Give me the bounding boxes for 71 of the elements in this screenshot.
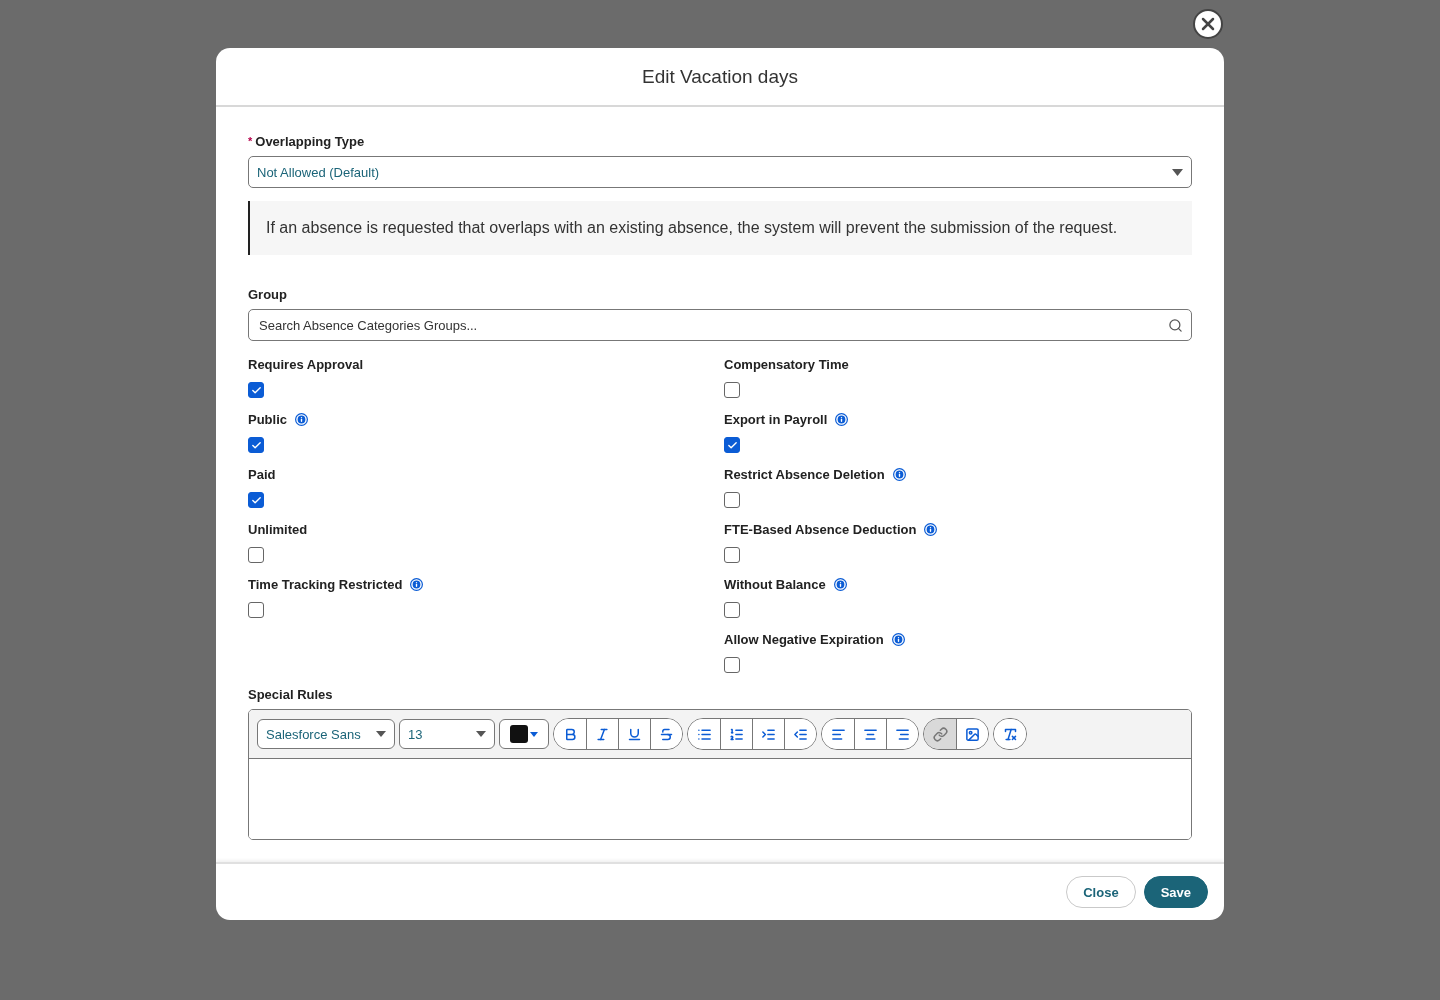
check-icon — [250, 384, 262, 396]
info-icon[interactable] — [410, 577, 424, 591]
field-label: Requires Approval — [248, 356, 364, 372]
field-label: Group — [248, 286, 287, 302]
caret-icon — [1172, 168, 1183, 176]
check-icon — [250, 494, 262, 506]
bullets-icon — [696, 726, 712, 742]
close-button[interactable]: Close — [1066, 876, 1136, 908]
clear-icon — [1002, 726, 1018, 742]
search-icon — [1168, 317, 1183, 333]
image-icon — [965, 726, 980, 742]
checkbox[interactable] — [248, 492, 264, 508]
checkbox[interactable] — [724, 382, 740, 398]
checkbox[interactable] — [724, 492, 740, 508]
image-button[interactable] — [956, 719, 988, 749]
checkbox[interactable] — [724, 602, 740, 618]
overlapping-type-select[interactable]: Not Allowed (Default) — [248, 156, 1192, 188]
strike-icon — [659, 726, 674, 742]
field-label: Unlimited — [248, 521, 308, 537]
group-search-field[interactable]: Search Absence Categories Groups... — [248, 309, 1192, 341]
align-right-button[interactable] — [886, 719, 918, 749]
info-icon[interactable] — [892, 467, 906, 481]
link-button[interactable] — [924, 719, 956, 749]
checkbox[interactable] — [248, 382, 264, 398]
checkbox[interactable] — [724, 547, 740, 563]
field-label: Special Rules — [248, 686, 333, 702]
checkbox[interactable] — [248, 547, 264, 563]
field-label: FTE-Based Absence Deduction — [724, 521, 917, 537]
caret-icon — [376, 731, 386, 737]
field-label: Paid — [248, 466, 276, 482]
link-icon — [932, 726, 948, 742]
outdent-icon — [793, 726, 808, 742]
align-center-icon — [863, 726, 878, 742]
field-label: Public — [248, 411, 287, 427]
close-icon[interactable] — [1193, 9, 1223, 39]
check-icon — [726, 439, 738, 451]
caret-icon — [530, 731, 538, 737]
modal-title: Edit Vacation days — [216, 48, 1224, 107]
info-icon[interactable] — [295, 412, 308, 426]
font-select[interactable]: Salesforce Sans — [257, 719, 395, 749]
numbers-icon — [729, 726, 744, 742]
size-select[interactable]: 13 — [399, 719, 495, 749]
field-label: Compensatory Time — [724, 356, 849, 372]
checkbox[interactable] — [724, 437, 740, 453]
save-button[interactable]: Save — [1143, 876, 1208, 908]
indent-icon — [761, 726, 776, 742]
caret-icon — [476, 731, 486, 737]
checkbox[interactable] — [248, 602, 264, 618]
clear-button[interactable] — [994, 719, 1026, 749]
field-label: Without Balance — [724, 576, 826, 592]
info-note: If an absence is requested that overlaps with an existing absence, the system will prevent the submission of the request. — [248, 201, 1192, 255]
align-right-icon — [895, 726, 910, 742]
underline-icon — [627, 726, 642, 742]
info-icon[interactable] — [924, 522, 938, 536]
strike-button[interactable] — [650, 719, 682, 749]
info-icon[interactable] — [835, 412, 849, 426]
field-label: Export in Payroll — [724, 411, 828, 427]
italic-icon — [595, 726, 610, 742]
align-left-icon — [830, 726, 846, 742]
required-mark: * — [248, 135, 253, 147]
info-icon[interactable] — [833, 577, 847, 591]
field-label: Time Tracking Restricted — [248, 576, 403, 592]
check-icon — [250, 439, 262, 451]
outdent-button[interactable] — [784, 719, 816, 749]
field-label: Overlapping Type — [255, 133, 365, 149]
checkbox[interactable] — [724, 657, 740, 673]
field-label: Allow Negative Expiration — [724, 631, 884, 647]
checkbox[interactable] — [248, 437, 264, 453]
info-icon[interactable] — [891, 632, 905, 646]
text-color-button[interactable] — [499, 719, 549, 749]
field-label: Restrict Absence Deletion — [724, 466, 885, 482]
